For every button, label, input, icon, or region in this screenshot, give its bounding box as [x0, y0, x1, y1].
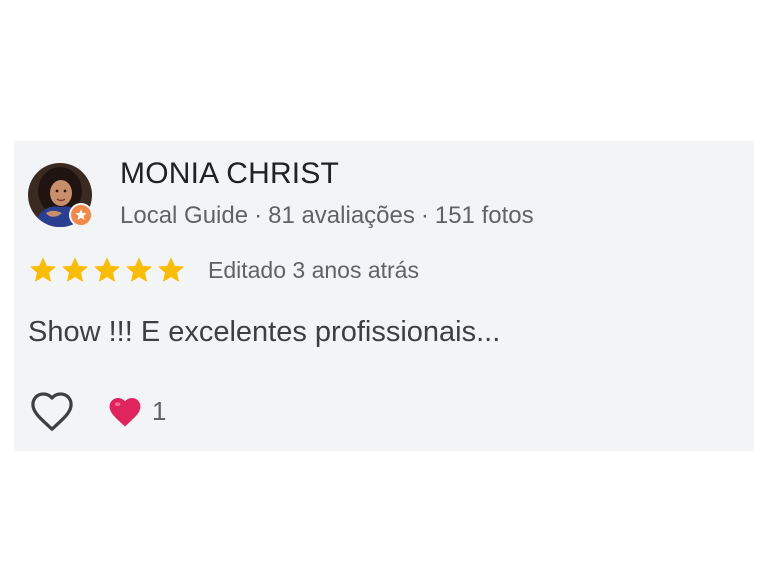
author-meta: Local Guide · 81 avaliações · 151 fotos — [120, 202, 534, 230]
reaction-summary[interactable]: 1 — [106, 394, 166, 428]
star-icon — [158, 257, 184, 282]
heart-outline-icon — [31, 392, 73, 431]
local-guide-badge-icon — [69, 203, 93, 227]
rating-row: Editado 3 anos atrás — [28, 255, 419, 285]
author-name[interactable]: MONIA CHRIST — [120, 157, 339, 191]
star-rating — [28, 255, 188, 285]
reviews-count: 81 avaliações — [268, 202, 415, 229]
edited-timestamp: Editado 3 anos atrás — [208, 256, 419, 283]
meta-separator: · — [254, 202, 263, 229]
review-text: Show !!! E excelentes profissionais... — [28, 316, 501, 348]
star-icon — [126, 257, 152, 282]
photos-count: 151 fotos — [434, 202, 534, 229]
red-heart-icon — [109, 398, 141, 427]
star-icon — [94, 257, 120, 282]
star-icon — [62, 257, 88, 282]
meta-separator: · — [420, 202, 429, 229]
local-guide-label: Local Guide — [120, 202, 249, 229]
review-card: MONIA CHRIST Local Guide · 81 avaliações · 1… — [14, 141, 754, 451]
reaction-count: 1 — [152, 395, 167, 426]
review-actions: 1 — [28, 389, 166, 433]
star-icon — [30, 257, 56, 282]
like-button[interactable] — [28, 389, 76, 433]
